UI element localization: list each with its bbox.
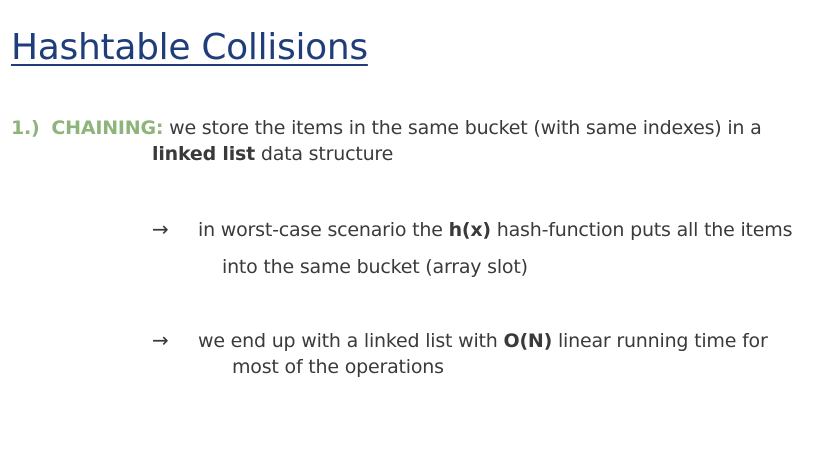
point1-line2-text: data structure <box>255 143 394 165</box>
slide: Hashtable Collisions 1.) CHAINING: we st… <box>0 0 825 450</box>
point1-bold-term: linked list <box>152 143 255 165</box>
bullet1-pre: in worst-case scenario the <box>198 219 449 241</box>
slide-title: Hashtable Collisions <box>11 27 368 68</box>
point1-line2: linked list data structure <box>152 142 393 166</box>
point1-text: we store the items in the same bucket (w… <box>163 117 762 139</box>
bullet2-pre: we end up with a linked list with <box>198 330 504 352</box>
bullet1-post: hash-function puts all the items <box>490 219 793 241</box>
bullet2-post: linear running time for <box>552 330 768 352</box>
bullet2-line1: we end up with a linked list with O(N) l… <box>198 329 768 353</box>
point1-line1: 1.) CHAINING: we store the items in the … <box>11 116 762 140</box>
point1-keyword: CHAINING: <box>51 117 164 139</box>
bullet1-line2: into the same bucket (array slot) <box>222 256 528 278</box>
bullet1-bold: h(x) <box>448 219 492 241</box>
bullet2-line2: most of the operations <box>232 356 444 378</box>
bullet2-bold: O(N) <box>503 330 553 352</box>
point1-number: 1.) <box>11 117 40 139</box>
bullet1-line1: in worst-case scenario the h(x) hash-fun… <box>198 218 792 242</box>
arrow-icon: → <box>152 217 169 241</box>
arrow-icon: → <box>152 328 169 352</box>
